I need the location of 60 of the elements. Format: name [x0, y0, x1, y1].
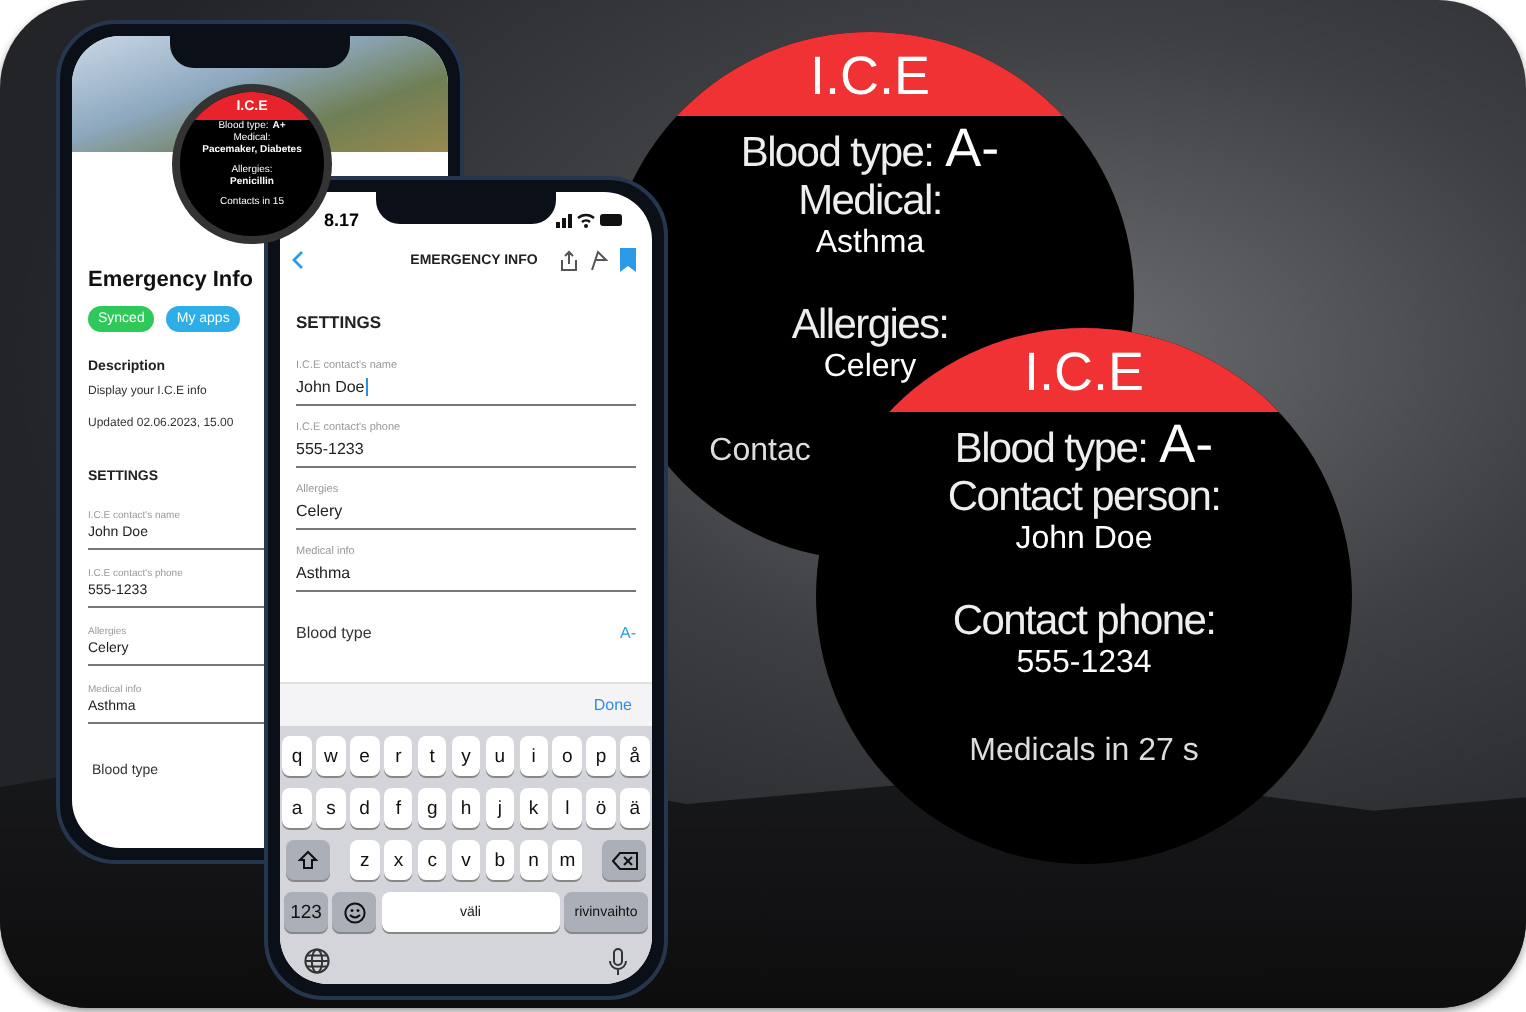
page-title: Emergency Info [88, 268, 256, 292]
emoji-key[interactable] [332, 892, 377, 932]
blood-type-label: Blood type: [740, 130, 934, 178]
keyboard-key[interactable]: p [586, 736, 616, 776]
keyboard-key[interactable]: k [519, 788, 549, 828]
share-icon[interactable] [560, 249, 578, 271]
keyboard-key[interactable]: c [417, 840, 447, 880]
watch-label: Contact person: [947, 474, 1221, 522]
watch-value: Celery [823, 350, 917, 386]
keyboard-key[interactable]: h [451, 788, 481, 828]
bookmark-icon[interactable] [620, 248, 636, 272]
keyboard-key[interactable]: a [282, 788, 312, 828]
shift-key[interactable] [286, 840, 330, 880]
keyboard-key[interactable]: s [316, 788, 346, 828]
blood-type-label: Blood type: [954, 426, 1148, 474]
keyboard-key[interactable]: m [552, 840, 582, 880]
watch-value: Asthma [815, 226, 925, 262]
keyboard-key[interactable]: b [485, 840, 515, 880]
watch-label: Medical: [798, 178, 942, 226]
blood-type-value: A- [945, 120, 1000, 176]
keyboard-key[interactable]: f [383, 788, 413, 828]
keyboard-key[interactable]: y [451, 736, 481, 776]
keyboard-key[interactable]: t [417, 736, 447, 776]
keyboard-key[interactable]: l [552, 788, 582, 828]
watch-value: 555-1234 [1016, 646, 1152, 682]
keyboard-key[interactable]: w [316, 736, 346, 776]
keyboard-key[interactable]: r [383, 736, 413, 776]
keyboard-key[interactable]: å [620, 736, 650, 776]
keyboard-key[interactable]: g [417, 788, 447, 828]
backspace-key[interactable] [602, 840, 646, 880]
watch-footer-text: Medicals in 27 s [969, 734, 1199, 770]
keyboard-key[interactable]: d [350, 788, 380, 828]
globe-icon[interactable] [304, 948, 330, 974]
flag-icon[interactable] [590, 249, 608, 271]
shift-icon [298, 850, 318, 870]
keyboard-key[interactable]: ö [586, 788, 616, 828]
keyboard-key[interactable]: o [552, 736, 582, 776]
keyboard-key[interactable]: j [485, 788, 515, 828]
blood-type-value: A- [1159, 416, 1214, 472]
keyboard-key[interactable]: x [383, 840, 413, 880]
watch-value: John Doe [1015, 522, 1153, 558]
keyboard-key[interactable]: q [282, 736, 312, 776]
keyboard-key[interactable]: n [519, 840, 549, 880]
microphone-icon[interactable] [608, 948, 628, 976]
keyboard-key[interactable]: z [350, 840, 380, 880]
keyboard-key[interactable]: v [451, 840, 481, 880]
watch-footer-text: Contac [709, 434, 811, 470]
smiley-icon [343, 901, 366, 923]
keyboard-key[interactable]: e [350, 736, 380, 776]
section-heading: SETTINGS [296, 312, 384, 332]
keyboard-key[interactable]: ä [620, 788, 650, 828]
settings-row-label[interactable]: Blood type [296, 624, 372, 642]
back-chevron-icon[interactable] [292, 250, 304, 270]
status-time: 8.17 [324, 210, 360, 230]
status-icons [556, 212, 624, 228]
keyboard-key[interactable]: u [485, 736, 515, 776]
keyboard-key[interactable]: i [519, 736, 549, 776]
backspace-icon [611, 851, 637, 869]
watch-label: Contact phone: [952, 598, 1216, 646]
numbers-key[interactable]: 123 [284, 892, 328, 932]
